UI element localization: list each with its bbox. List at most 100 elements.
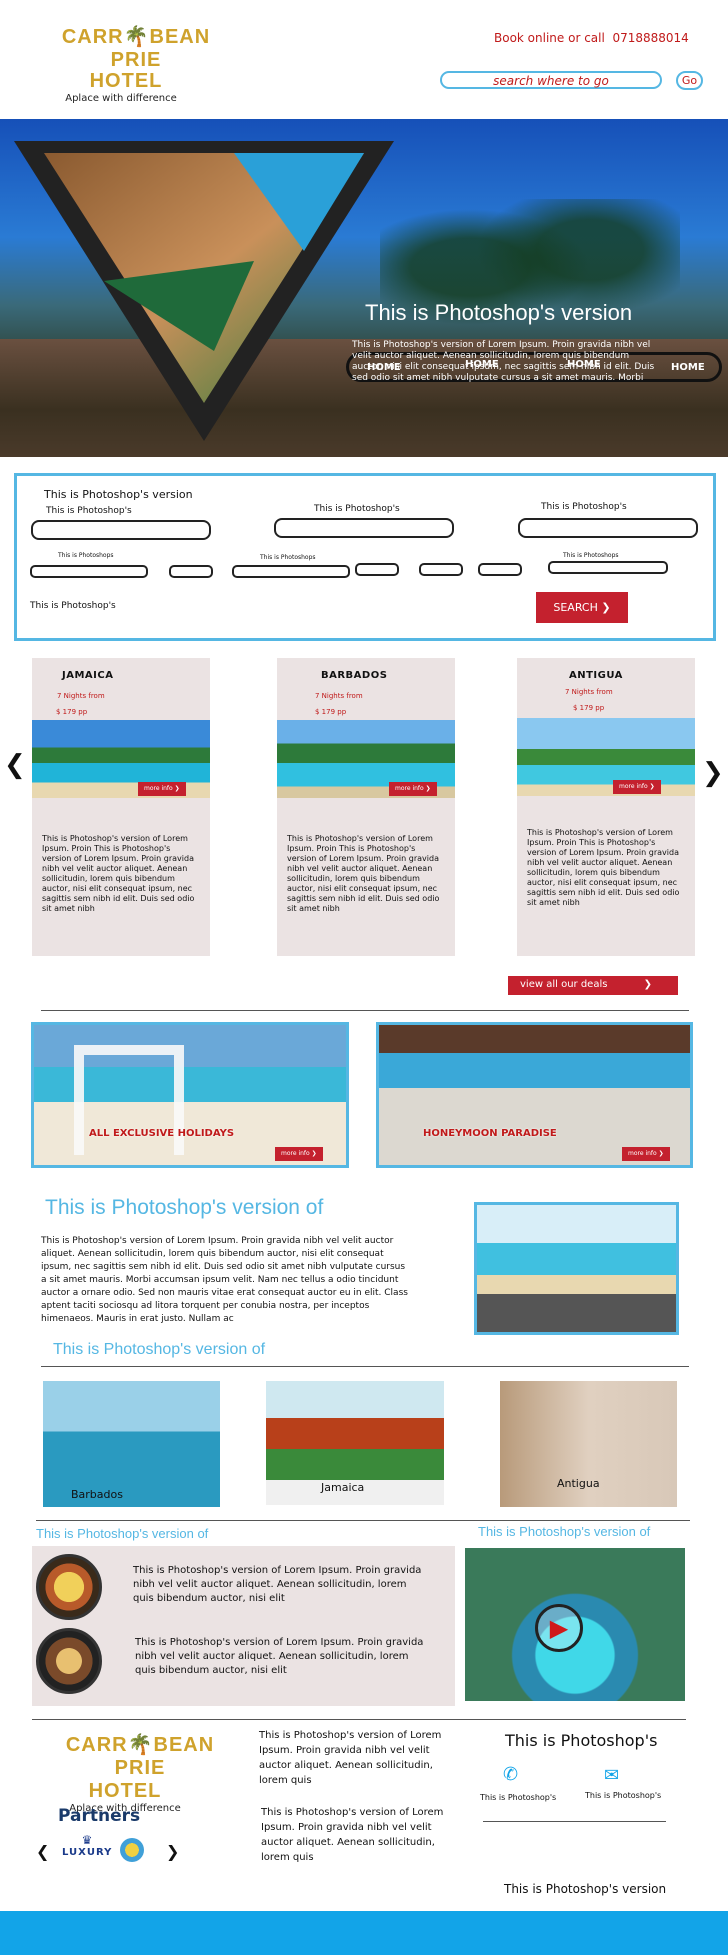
search-button[interactable]: SEARCH ❯ bbox=[536, 592, 628, 623]
deal-destination: JAMAICA bbox=[62, 670, 114, 681]
contact-mail-label[interactable]: This is Photoshop's bbox=[585, 1791, 661, 1800]
phone-number[interactable]: 0718888014 bbox=[612, 31, 688, 45]
logo-text-left: CARR bbox=[61, 26, 124, 48]
footer-text-2: This is Photoshop's version of Lorem Ips… bbox=[261, 1807, 444, 1863]
small-select-4[interactable] bbox=[355, 563, 399, 576]
promo-caption: HONEYMOON PARADISE bbox=[423, 1128, 557, 1139]
deal-card-barbados[interactable]: BARBADOS 7 Nights from $ 179 pp more inf… bbox=[277, 658, 455, 956]
footer-logo[interactable]: CARR🌴BEAN PRIE HOTEL Aplace with differe… bbox=[40, 1732, 240, 1814]
field-label-2: This is Photoshop's bbox=[314, 504, 400, 514]
footer-logo-hotel: HOTEL bbox=[88, 1780, 162, 1802]
hero-text: This is Photoshop's version of Lorem Ips… bbox=[352, 340, 655, 383]
footer-bar bbox=[0, 1911, 728, 1955]
about-text: This is Photoshop's version of Lorem Ips… bbox=[41, 1236, 408, 1324]
nav-home-4[interactable]: HOME bbox=[671, 362, 705, 373]
footer-text-1: This is Photoshop's version of Lorem Ips… bbox=[259, 1730, 442, 1786]
destinations-title: This is Photoshop's version of bbox=[53, 1341, 266, 1358]
about-photo bbox=[474, 1202, 679, 1335]
deal-destination: BARBADOS bbox=[321, 670, 388, 681]
deal-photo bbox=[517, 718, 695, 796]
crown-icon: ♛ bbox=[81, 1833, 93, 1847]
view-all-deals-button[interactable]: view all our deals ❯ bbox=[508, 976, 678, 995]
small-select-7[interactable] bbox=[548, 561, 668, 574]
deal-card-antigua[interactable]: ANTIGUA 7 Nights from $ 179 pp more info… bbox=[517, 658, 695, 956]
small-select-1[interactable] bbox=[30, 565, 148, 578]
hero-triangle-frame bbox=[14, 141, 394, 441]
small-select-5[interactable] bbox=[419, 563, 463, 576]
tagline: Aplace with difference bbox=[65, 93, 177, 104]
food-panel: This is Photoshop's version of Lorem Ips… bbox=[32, 1546, 455, 1706]
destination-barbados[interactable]: Barbados bbox=[43, 1381, 220, 1507]
palm-icon: 🌴 bbox=[127, 1734, 154, 1756]
more-info-label: more info bbox=[619, 783, 648, 790]
partners-title: Partners bbox=[58, 1806, 141, 1826]
logo[interactable]: CARR🌴BEAN PRIE HOTEL Aplace with differe… bbox=[36, 24, 236, 104]
partner-logo-2[interactable] bbox=[120, 1838, 144, 1862]
field-label-3: This is Photoshop's bbox=[541, 502, 627, 512]
check-in-field[interactable] bbox=[274, 518, 454, 538]
deal-destination: ANTIGUA bbox=[569, 670, 623, 681]
food-plate-1 bbox=[36, 1554, 102, 1620]
divider bbox=[41, 1366, 689, 1367]
search-button-label: SEARCH bbox=[553, 601, 598, 614]
chevron-right-icon: ❯ bbox=[643, 979, 652, 990]
logo-hotel: HOTEL bbox=[89, 70, 163, 92]
view-all-label: view all our deals bbox=[520, 979, 608, 990]
small-select-3[interactable] bbox=[232, 565, 350, 578]
partners-prev-arrow[interactable]: ❮ bbox=[36, 1842, 49, 1861]
deal-nights: 7 Nights from bbox=[315, 692, 363, 700]
small-label-1: This is Photoshops bbox=[58, 552, 114, 559]
carousel-prev-arrow[interactable]: ❮ bbox=[4, 750, 26, 780]
field-label-1: This is Photoshop's bbox=[46, 506, 132, 516]
footer-logo-title: CARR🌴BEAN PRIE bbox=[40, 1732, 240, 1780]
deal-price: $ 179 pp bbox=[56, 708, 88, 716]
search-input[interactable]: search where to go bbox=[440, 71, 662, 89]
partner-logo-label: LUXURY bbox=[62, 1847, 113, 1858]
divider bbox=[32, 1719, 686, 1720]
food-text-2: This is Photoshop's version of Lorem Ips… bbox=[135, 1637, 424, 1676]
small-select-2[interactable] bbox=[169, 565, 213, 578]
play-icon[interactable]: ▶ bbox=[535, 1604, 583, 1652]
go-button[interactable]: Go bbox=[676, 71, 703, 90]
chevron-right-icon: ❯ bbox=[601, 601, 611, 614]
phone-icon: ✆ bbox=[503, 1764, 519, 1785]
destination-antigua[interactable]: Antigua bbox=[500, 1381, 677, 1507]
hero-banner: HOME HOME HOME HOME This is Photoshop's … bbox=[0, 119, 728, 457]
more-info-button[interactable]: more info ❯ bbox=[613, 780, 661, 794]
about-title: This is Photoshop's version of bbox=[45, 1196, 324, 1219]
promo-honeymoon[interactable]: HONEYMOON PARADISE more info ❯ bbox=[376, 1022, 693, 1168]
partners-next-arrow[interactable]: ❯ bbox=[166, 1842, 179, 1861]
divider bbox=[41, 1010, 689, 1011]
logo-text-left: CARR bbox=[65, 1734, 128, 1756]
deal-price: $ 179 pp bbox=[573, 704, 605, 712]
check-out-field[interactable] bbox=[518, 518, 698, 538]
more-info-button[interactable]: more info ❯ bbox=[275, 1147, 323, 1161]
divider bbox=[36, 1520, 690, 1521]
partner-logo-luxury[interactable]: ♛ LUXURY bbox=[62, 1833, 112, 1865]
video-title: This is Photoshop's version of bbox=[478, 1524, 651, 1539]
more-info-button[interactable]: more info ❯ bbox=[622, 1147, 670, 1161]
contact-divider bbox=[483, 1821, 666, 1822]
destination-jamaica[interactable]: Jamaica bbox=[266, 1381, 444, 1505]
more-info-button[interactable]: more info ❯ bbox=[138, 782, 186, 796]
destination-field[interactable] bbox=[31, 520, 211, 540]
logo-title: CARR🌴BEAN PRIE bbox=[36, 24, 236, 72]
logo-text-end: E bbox=[147, 49, 162, 71]
more-info-button[interactable]: more info ❯ bbox=[389, 782, 437, 796]
mail-icon: ✉ bbox=[604, 1765, 620, 1786]
video-thumbnail[interactable]: ▶ bbox=[465, 1548, 685, 1701]
book-online: Book online or call 0718888014 bbox=[494, 31, 689, 45]
small-label-3: This is Photoshops bbox=[563, 552, 619, 559]
promo-exclusive-holidays[interactable]: ALL EXCLUSIVE HOLIDAYS more info ❯ bbox=[31, 1022, 349, 1168]
destination-label: Jamaica bbox=[321, 1481, 365, 1494]
food-title: This is Photoshop's version of bbox=[36, 1526, 209, 1541]
deal-nights: 7 Nights from bbox=[565, 688, 613, 696]
logo-text-end: E bbox=[151, 1757, 166, 1779]
deal-card-jamaica[interactable]: JAMAICA 7 Nights from $ 179 pp more info… bbox=[32, 658, 210, 956]
destination-label: Barbados bbox=[71, 1488, 123, 1501]
carousel-next-arrow[interactable]: ❯ bbox=[702, 758, 724, 788]
search-form-heading: This is Photoshop's version bbox=[44, 488, 193, 501]
more-info-label: more info bbox=[144, 785, 173, 792]
contact-phone-label[interactable]: This is Photoshop's bbox=[480, 1793, 556, 1802]
small-select-6[interactable] bbox=[478, 563, 522, 576]
